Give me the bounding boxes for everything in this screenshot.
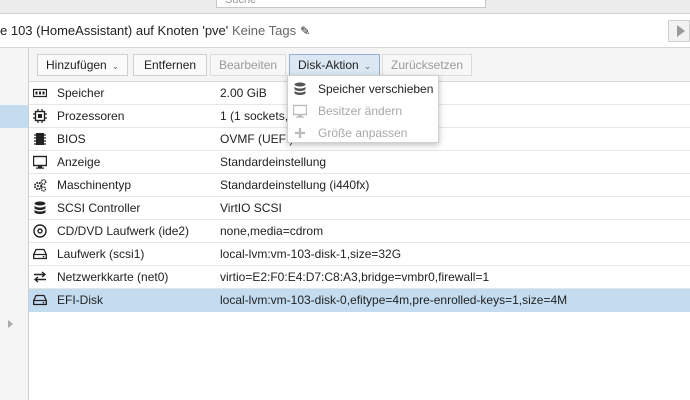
plus-icon xyxy=(293,126,307,140)
exchange-icon xyxy=(33,270,47,284)
revert-button[interactable]: Zurücksetzen xyxy=(382,54,473,76)
row-name: Anzeige xyxy=(57,155,101,169)
left-nav-panel xyxy=(0,48,29,400)
remove-button[interactable]: Entfernen xyxy=(133,54,208,76)
menu-item-reassign-owner[interactable]: Besitzer ändern xyxy=(288,100,438,122)
table-row[interactable]: Netzwerkkarte (net0) virtio=E2:F0:E4:D7:… xyxy=(29,266,690,289)
table-row[interactable]: SCSI Controller VirtIO SCSI xyxy=(29,197,690,220)
row-value: local-lvm:vm-103-disk-0,efitype=4m,pre-e… xyxy=(220,293,568,307)
menu-item-label: Speicher verschieben xyxy=(318,82,434,96)
hdd-icon xyxy=(33,293,47,307)
row-name: BIOS xyxy=(57,132,86,146)
memory-icon xyxy=(33,86,47,100)
row-name: SCSI Controller xyxy=(57,201,141,215)
menu-item-resize[interactable]: Größe anpassen xyxy=(288,122,438,144)
desktop-icon xyxy=(33,155,47,169)
tags-label: Keine Tags xyxy=(232,23,297,38)
cogs-icon xyxy=(33,178,47,192)
title-bar: e 103 (HomeAssistant) auf Knoten 'pve' K… xyxy=(0,14,690,48)
row-name: Prozessoren xyxy=(57,109,125,123)
table-row-selected[interactable]: EFI-Disk local-lvm:vm-103-disk-0,efitype… xyxy=(29,289,690,312)
tags-editor[interactable]: Keine Tags ✎ xyxy=(232,23,310,38)
disk-action-label: Disk-Aktion xyxy=(298,58,359,72)
cdrom-icon xyxy=(33,224,47,238)
database-icon xyxy=(33,201,47,215)
table-row[interactable]: Anzeige Standardeinstellung xyxy=(29,151,690,174)
row-name: Netzwerkkarte (net0) xyxy=(57,270,169,284)
collapse-arrow-icon[interactable] xyxy=(8,320,13,328)
menu-item-move-storage[interactable]: Speicher verschieben xyxy=(288,78,438,100)
start-button[interactable] xyxy=(668,20,690,42)
row-value: 2.00 GiB xyxy=(220,86,267,100)
table-row[interactable]: CD/DVD Laufwerk (ide2) none,media=cdrom xyxy=(29,220,690,243)
row-name: Laufwerk (scsi1) xyxy=(57,247,145,261)
table-row[interactable]: Laufwerk (scsi1) local-lvm:vm-103-disk-1… xyxy=(29,243,690,266)
search-input[interactable]: Suche xyxy=(216,0,486,8)
table-row[interactable]: Maschinentyp Standardeinstellung (i440fx… xyxy=(29,174,690,197)
disk-action-button[interactable]: Disk-Aktion ⌄ xyxy=(289,54,381,76)
row-name: EFI-Disk xyxy=(57,293,103,307)
row-name: Maschinentyp xyxy=(57,178,132,192)
row-value: OVMF (UEFI) xyxy=(220,132,294,146)
hdd-icon xyxy=(33,247,47,261)
chevron-down-icon: ⌄ xyxy=(363,61,372,71)
top-bar: Suche xyxy=(0,0,690,14)
play-icon xyxy=(676,25,685,37)
row-value: local-lvm:vm-103-disk-1,size=32G xyxy=(220,247,402,261)
row-value: virtio=E2:F0:E4:D7:C8:A3,bridge=vmbr0,fi… xyxy=(220,270,490,284)
add-button-label: Hinzufügen xyxy=(46,58,107,72)
row-value: Standardeinstellung xyxy=(220,155,327,169)
desktop-icon xyxy=(293,104,307,118)
page-title: e 103 (HomeAssistant) auf Knoten 'pve' xyxy=(0,23,229,38)
add-button[interactable]: Hinzufügen ⌄ xyxy=(37,54,129,76)
row-name: Speicher xyxy=(57,86,105,100)
disk-action-menu: Speicher verschieben Besitzer ändern Grö… xyxy=(287,75,439,143)
nav-item-hardware[interactable] xyxy=(0,105,28,128)
row-value: none,media=cdrom xyxy=(220,224,324,238)
chevron-down-icon: ⌄ xyxy=(111,61,120,71)
row-value: VirtIO SCSI xyxy=(220,201,282,215)
chip-icon xyxy=(33,132,47,146)
pencil-icon[interactable]: ✎ xyxy=(300,24,310,38)
cpu-icon xyxy=(33,109,47,123)
row-name: CD/DVD Laufwerk (ide2) xyxy=(57,224,190,238)
edit-button[interactable]: Bearbeiten xyxy=(210,54,287,76)
database-icon xyxy=(293,82,307,96)
menu-item-label: Größe anpassen xyxy=(318,126,408,140)
menu-item-label: Besitzer ändern xyxy=(318,104,403,118)
row-value: Standardeinstellung (i440fx) xyxy=(220,178,370,192)
